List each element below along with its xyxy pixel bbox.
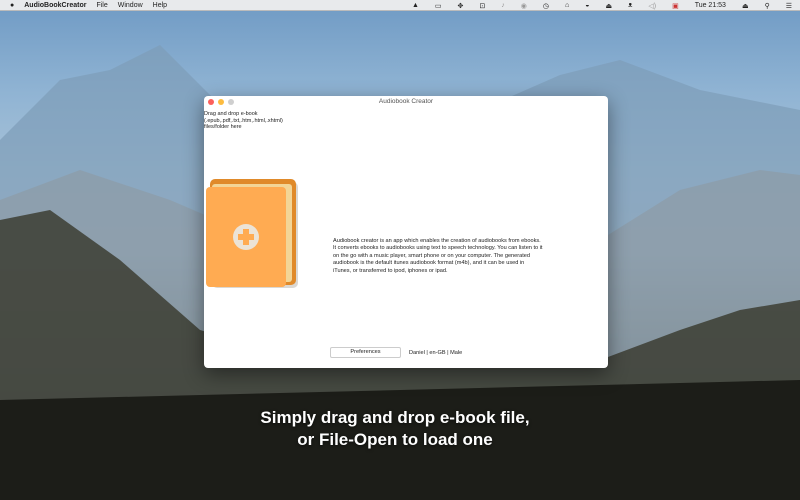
apple-menu-icon[interactable]: ● <box>10 2 14 9</box>
spotlight-icon[interactable]: ⚲ <box>765 2 770 10</box>
book-drop-zone-icon[interactable] <box>206 179 302 291</box>
notification-center-icon[interactable]: ☰ <box>786 2 792 10</box>
dropbox-icon[interactable]: ✥ <box>458 2 464 10</box>
menu-app[interactable]: AudioBookCreator <box>24 2 86 9</box>
drive-icon[interactable]: ▲ <box>412 2 419 9</box>
preferences-button[interactable]: Preferences <box>330 347 401 358</box>
clock[interactable]: Tue 21:53 <box>695 2 726 9</box>
close-button[interactable] <box>208 99 214 105</box>
airplay-icon[interactable]: ▭ <box>435 2 442 10</box>
caption-line-1: Simply drag and drop e-book file, <box>260 408 530 427</box>
eject-icon[interactable]: ⏏ <box>605 2 612 10</box>
vpn-icon[interactable]: ◒ <box>585 2 589 9</box>
eye-icon[interactable]: ◉ <box>521 2 527 10</box>
drop-hint-line: files/folder here <box>204 124 242 130</box>
menu-file[interactable]: File <box>96 2 107 9</box>
binoculars-icon[interactable]: ᴥ <box>628 2 632 9</box>
voice-label: Daniel | en-GB | Male <box>409 350 463 356</box>
user-icon[interactable]: ⏏ <box>742 2 749 10</box>
app-description: Audiobook creator is an app which enable… <box>333 238 543 274</box>
flag-icon[interactable]: ▣ <box>672 2 679 10</box>
clock-icon[interactable]: ◷ <box>543 2 549 10</box>
status-tray: ▲ ▭ ✥ ⊡ ♪ ◉ ◷ ⌂ ◒ ⏏ ᴥ ◁) ▣ Tue 21:53 ⏏ ⚲… <box>402 0 792 11</box>
menu-window[interactable]: Window <box>118 2 143 9</box>
title-bar[interactable]: Audiobook Creator <box>204 96 608 108</box>
drop-hint: Drag and drop e-book (.epub,.pdf,.txt,.h… <box>204 111 294 131</box>
menu-bar: ● AudioBookCreator File Window Help ▲ ▭ … <box>0 0 800 11</box>
zoom-button[interactable] <box>228 99 234 105</box>
home-icon[interactable]: ⌂ <box>565 2 569 9</box>
menu-help[interactable]: Help <box>153 2 167 9</box>
window-title: Audiobook Creator <box>378 98 434 105</box>
inbox-icon[interactable]: ⊡ <box>479 2 485 10</box>
minimize-button[interactable] <box>218 99 224 105</box>
app-window: Audiobook Creator Drag and drop e-book (… <box>204 96 608 368</box>
volume-icon[interactable]: ◁) <box>648 2 656 10</box>
caption-line-2: or File-Open to load one <box>297 430 493 449</box>
bell-icon[interactable]: ♪ <box>501 2 505 9</box>
